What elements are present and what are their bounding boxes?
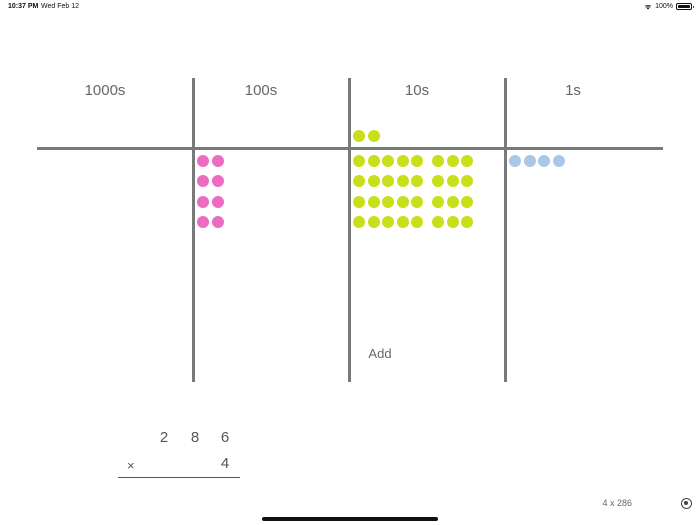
- one-counter[interactable]: [509, 155, 521, 167]
- hundred-counter[interactable]: [197, 216, 209, 228]
- ten-counter[interactable]: [432, 216, 444, 228]
- problem-underline: [118, 477, 240, 478]
- ten-counter[interactable]: [446, 216, 459, 228]
- hundred-counter[interactable]: [211, 196, 224, 208]
- ten-counter[interactable]: [367, 155, 380, 167]
- place-value-divider-3: [504, 78, 507, 382]
- multiplicand-tens-digit: 8: [190, 429, 200, 446]
- ten-counter[interactable]: [396, 155, 409, 167]
- problem-label: 4 x 286: [602, 498, 632, 508]
- multiplier-digit: 4: [220, 455, 230, 472]
- ten-counter[interactable]: [411, 196, 423, 208]
- ten-counter[interactable]: [432, 175, 444, 187]
- hundred-counter[interactable]: [197, 175, 209, 187]
- ten-counter[interactable]: [461, 155, 473, 167]
- home-indicator[interactable]: [262, 517, 438, 521]
- ten-counter[interactable]: [432, 196, 444, 208]
- hundred-counter[interactable]: [197, 155, 209, 167]
- add-button[interactable]: Add: [360, 344, 400, 362]
- ten-counter[interactable]: [367, 196, 380, 208]
- ten-counter[interactable]: [396, 216, 409, 228]
- ten-counter[interactable]: [461, 175, 473, 187]
- ten-counter[interactable]: [432, 155, 444, 167]
- status-time: 10:37 PM: [8, 3, 39, 10]
- ten-counter[interactable]: [353, 216, 365, 228]
- ten-counter[interactable]: [446, 155, 459, 167]
- column-header-hundreds: 100s: [244, 82, 278, 99]
- battery-icon: [676, 3, 694, 10]
- battery-percentage: 100%: [655, 3, 673, 10]
- ten-counter[interactable]: [446, 175, 459, 187]
- ten-counter[interactable]: [396, 175, 409, 187]
- ten-counter[interactable]: [382, 216, 394, 228]
- status-indicators: 100%: [644, 3, 694, 10]
- multiplicand-ones-digit: 6: [220, 429, 230, 446]
- carry-ten-counter[interactable]: [353, 130, 365, 142]
- hundred-counter[interactable]: [197, 196, 209, 208]
- status-bar: 10:37 PM Wed Feb 12 100%: [0, 0, 700, 14]
- ten-counter[interactable]: [382, 175, 394, 187]
- hundred-counter[interactable]: [211, 155, 224, 167]
- multiplicand-hundreds-digit: 2: [159, 429, 169, 446]
- ten-counter[interactable]: [446, 196, 459, 208]
- ten-counter[interactable]: [461, 216, 473, 228]
- ten-counter[interactable]: [411, 155, 423, 167]
- one-counter[interactable]: [552, 155, 565, 167]
- ten-counter[interactable]: [353, 175, 365, 187]
- column-header-tens: 10s: [404, 82, 430, 99]
- ten-counter[interactable]: [461, 196, 473, 208]
- ten-counter[interactable]: [353, 155, 365, 167]
- ten-counter[interactable]: [382, 196, 394, 208]
- place-value-divider-2: [348, 78, 351, 382]
- ten-counter[interactable]: [396, 196, 409, 208]
- one-counter[interactable]: [523, 155, 536, 167]
- ten-counter[interactable]: [411, 175, 423, 187]
- place-value-divider-1: [192, 78, 195, 382]
- record-button[interactable]: [681, 498, 692, 509]
- column-header-ones: 1s: [565, 82, 581, 99]
- status-date: Wed Feb 12: [41, 3, 80, 10]
- wifi-icon: [644, 4, 652, 9]
- hundred-counter[interactable]: [211, 216, 224, 228]
- one-counter[interactable]: [538, 155, 550, 167]
- ten-counter[interactable]: [382, 155, 394, 167]
- carry-ten-counter[interactable]: [367, 130, 380, 142]
- column-header-thousands: 1000s: [84, 82, 126, 99]
- ten-counter[interactable]: [367, 216, 380, 228]
- multiply-operator: ×: [127, 458, 135, 473]
- ten-counter[interactable]: [367, 175, 380, 187]
- ten-counter[interactable]: [411, 216, 423, 228]
- ten-counter[interactable]: [353, 196, 365, 208]
- hundred-counter[interactable]: [211, 175, 224, 187]
